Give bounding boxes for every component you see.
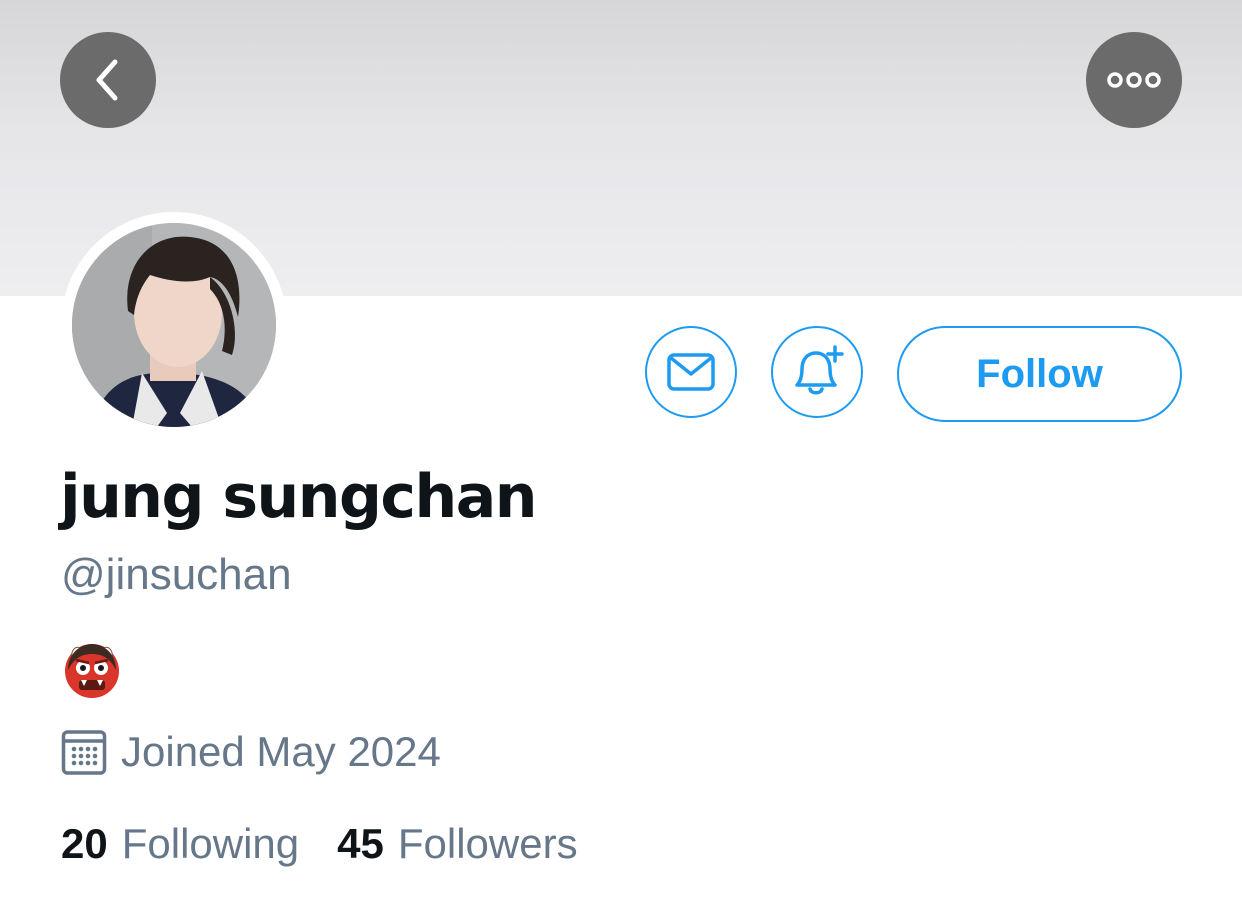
avatar-photo (72, 223, 276, 427)
back-button[interactable] (60, 32, 156, 128)
joined-date: Joined May 2024 (121, 728, 441, 775)
follow-stats: 20 Following 45 Followers (61, 820, 578, 868)
followers-count: 45 (337, 820, 384, 867)
envelope-icon (667, 353, 715, 391)
more-options-button[interactable] (1086, 32, 1182, 128)
following-count: 20 (61, 820, 108, 867)
following-link[interactable]: 20 Following (61, 820, 299, 868)
user-handle: @jinsuchan (61, 550, 292, 599)
follow-button[interactable]: Follow (897, 326, 1182, 422)
calendar-icon (61, 730, 107, 775)
chevron-left-icon (96, 59, 118, 101)
ellipsis-icon (1107, 72, 1161, 88)
avatar[interactable] (72, 223, 276, 427)
joined-row: Joined May 2024 (61, 728, 441, 776)
message-button[interactable] (645, 326, 737, 418)
followers-link[interactable]: 45 Followers (337, 820, 577, 868)
followers-label: Followers (397, 820, 578, 867)
notifications-button[interactable] (771, 326, 863, 418)
ogre-emoji-icon (62, 640, 122, 700)
following-label: Following (121, 820, 300, 867)
bell-plus-icon (795, 345, 844, 395)
display-name: jung sungchan (60, 462, 537, 532)
